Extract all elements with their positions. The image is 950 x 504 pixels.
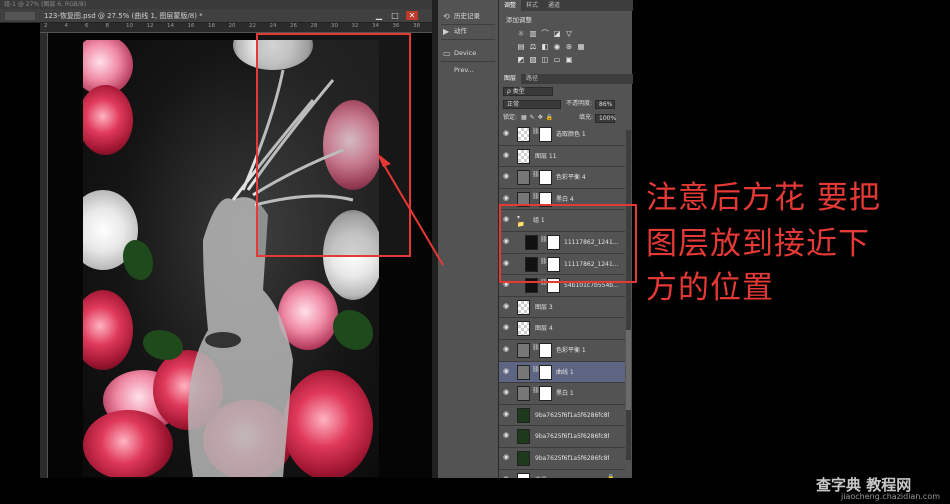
annotation-line-1: 注意后方花 要把	[646, 180, 881, 216]
watermark-url: jiaocheng.chazidian.com	[841, 492, 941, 501]
annotation-line-2: 图层放到接近下	[646, 226, 870, 262]
photoshop-screenshot: 组-1 @ 27% (图层 6, RGB/8) 123-恢复图.psd @ 27…	[0, 0, 950, 504]
annotation-line-3: 方的位置	[646, 270, 774, 306]
footer-bar	[0, 478, 632, 504]
